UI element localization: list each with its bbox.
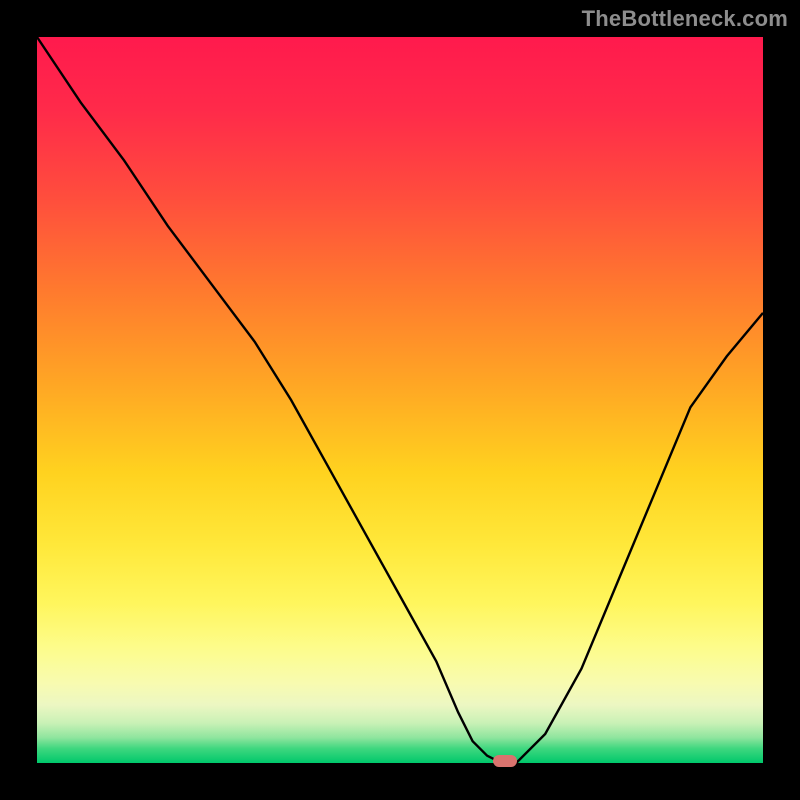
plot-area bbox=[37, 37, 763, 763]
bottleneck-curve bbox=[37, 37, 763, 763]
chart-frame: TheBottleneck.com bbox=[0, 0, 800, 800]
optimal-point-marker bbox=[493, 755, 517, 767]
watermark-text: TheBottleneck.com bbox=[582, 6, 788, 32]
